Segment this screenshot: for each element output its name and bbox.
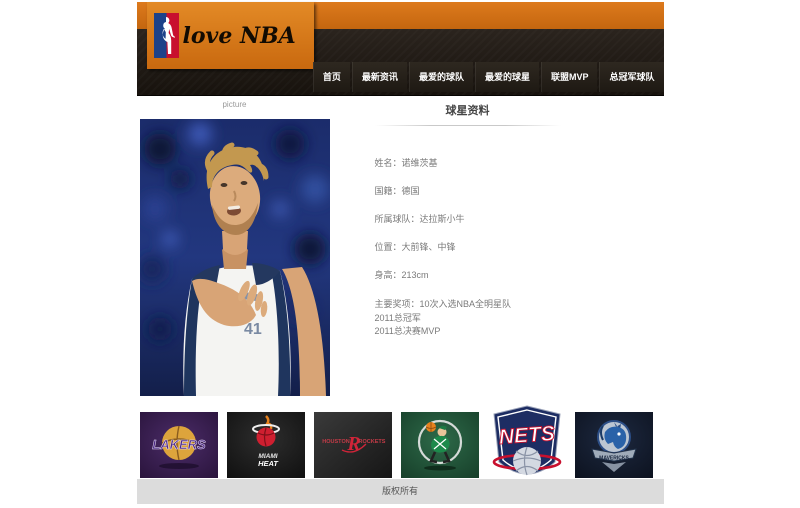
field-name: 姓名：诺维茨基 [375,157,575,170]
site-logo[interactable]: love NBA [147,2,314,69]
team-thumb-rockets[interactable]: HOUSTON R ROCKETS [314,412,392,478]
award-line-1: 主要奖项：10次入选NBA全明星队 [375,298,575,312]
copyright-text: 版权所有 [382,486,418,496]
site-footer: 版权所有 [137,479,664,504]
field-team: 所属球队：达拉斯小牛 [375,213,575,226]
site-header: love NBA 首页 最新资讯 最爱的球队 最爱的球星 联盟MVP 总冠军球队 [137,2,664,96]
player-profile: 球星资料 姓名：诺维茨基 国籍：德国 所属球队：达拉斯小牛 位置：大前锋、中锋 … [375,102,575,339]
nba-logo-icon [154,13,179,58]
main-content: picture [137,96,664,412]
field-nationality-label: 国籍： [375,186,402,196]
photo-caption: picture [140,100,330,109]
mavericks-logo-icon: MAVERICKS [575,412,653,478]
nets-wordmark: NETS [498,422,555,449]
field-position: 位置：大前锋、中锋 [375,241,575,254]
profile-title: 球星资料 [375,102,561,118]
heat-wordmark-name: HEAT [258,459,279,468]
bottom-spacer [137,504,664,508]
team-thumb-lakers[interactable]: LAKERS [140,412,218,478]
field-name-value: 诺维茨基 [402,158,438,168]
nav-item-fav-stars[interactable]: 最爱的球星 [475,62,539,92]
rockets-wordmark-name: ROCKETS [358,439,385,445]
field-height: 身高：213cm [375,269,575,282]
award-line-2: 2011总冠军 [375,312,575,326]
field-position-value: 大前锋、中锋 [402,242,456,252]
mavericks-wordmark: MAVERICKS [599,456,629,462]
player-photo: 41 [140,119,330,396]
nav-item-news[interactable]: 最新资讯 [352,62,407,92]
main-nav: 首页 最新资讯 最爱的球队 最爱的球星 联盟MVP 总冠军球队 [311,62,664,92]
nav-item-fav-teams[interactable]: 最爱的球队 [409,62,473,92]
site-logo-text: love NBA [183,23,296,49]
heat-logo-icon: MIAMI HEAT [227,412,305,478]
team-logo-strip: LAKERS MIAMI HEAT HOUSTON [137,412,664,478]
field-team-value: 达拉斯小牛 [420,214,465,224]
field-nationality-value: 德国 [402,186,420,196]
nav-item-champion-teams[interactable]: 总冠军球队 [599,62,663,92]
page-wrapper: love NBA 首页 最新资讯 最爱的球队 最爱的球星 联盟MVP 总冠军球队… [137,2,664,508]
lakers-wordmark: LAKERS [152,437,206,452]
profile-divider [375,125,561,126]
field-height-value: 213cm [402,270,429,280]
lakers-logo-icon: LAKERS [140,412,218,478]
celtics-logo-icon [401,412,479,478]
awards-block: 主要奖项：10次入选NBA全明星队 2011总冠军 2011总决赛MVP [375,298,575,339]
rockets-wordmark-city: HOUSTON [322,439,349,445]
field-name-label: 姓名： [375,158,402,168]
team-thumb-mavericks[interactable]: MAVERICKS [575,412,653,478]
team-thumb-celtics[interactable] [401,412,479,478]
field-nationality: 国籍：德国 [375,185,575,198]
field-height-label: 身高： [375,270,402,280]
field-position-label: 位置： [375,242,402,252]
rockets-logo-icon: HOUSTON R ROCKETS [314,412,392,478]
award-line-3: 2011总决赛MVP [375,325,575,339]
team-thumb-heat[interactable]: MIAMI HEAT [227,412,305,478]
team-thumb-nets[interactable]: NETS [488,412,566,478]
nav-item-home[interactable]: 首页 [313,62,350,92]
field-team-label: 所属球队： [375,214,420,224]
nets-logo-icon: NETS [490,404,564,488]
nav-item-league-mvp[interactable]: 联盟MVP [541,62,598,92]
